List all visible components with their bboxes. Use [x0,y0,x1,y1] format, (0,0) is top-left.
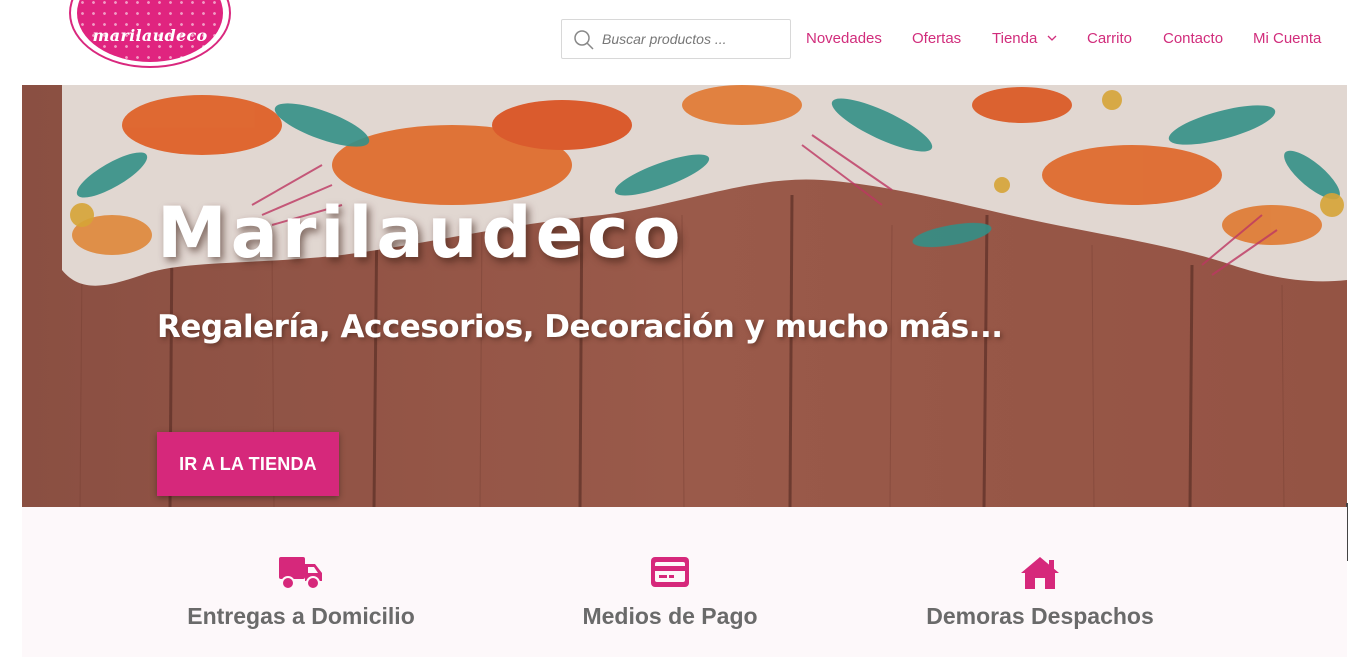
nav-item-contacto[interactable]: Contacto [1163,30,1223,47]
logo-text: marilaudeco [92,26,208,45]
feature-shipping-label: Demoras Despachos [926,603,1154,629]
search-input[interactable] [602,28,782,50]
nav-item-mi-cuenta[interactable]: Mi Cuenta [1253,30,1321,47]
go-to-shop-button[interactable]: IR A LA TIENDA [157,432,339,496]
features-strip: Entregas a Domicilio Medios de Pago Demo… [22,507,1347,657]
chevron-down-icon[interactable] [1047,34,1057,42]
feature-payment-label: Medios de Pago [582,603,758,629]
truck-icon [279,557,322,590]
nav-item-ofertas[interactable]: Ofertas [912,30,961,47]
hero-title: Marilaudeco [157,192,685,274]
nav-item-carrito[interactable]: Carrito [1087,30,1132,47]
feature-delivery-label: Entregas a Domicilio [187,603,415,629]
site-header: marilaudeco Novedades Ofertas Tienda Car… [0,0,1366,84]
search-icon [574,30,594,50]
hero-subtitle: Regalería, Accesorios, Decoración y much… [157,309,1003,345]
home-icon [1021,557,1059,589]
nav-item-novedades[interactable]: Novedades [806,30,882,47]
search-box[interactable] [561,19,791,59]
hero-banner: Marilaudeco Regalería, Accesorios, Decor… [22,85,1347,507]
nav-item-tienda[interactable]: Tienda [992,30,1037,47]
credit-card-icon [651,557,689,587]
site-logo[interactable]: marilaudeco [69,0,231,69]
